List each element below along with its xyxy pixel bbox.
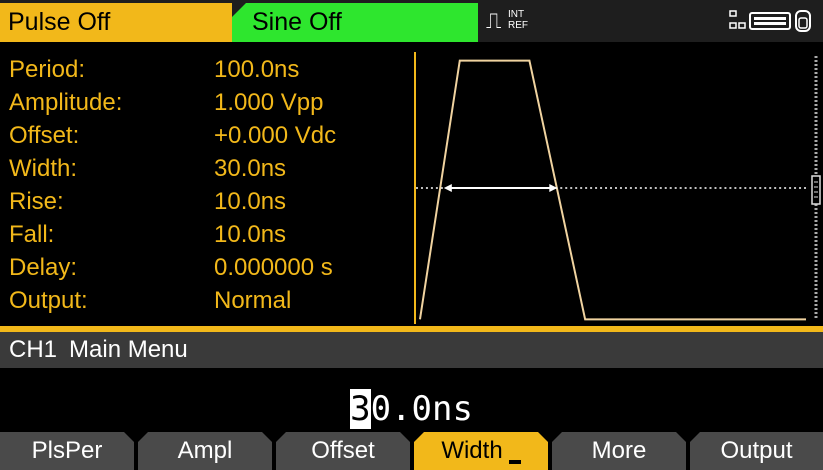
menu-channel: CH1 — [9, 336, 58, 363]
parameter-list: Period: 100.0ns Amplitude: 1.000 Vpp Off… — [0, 52, 412, 324]
param-value: +0.000 Vdc — [214, 122, 337, 149]
softkey-label: More — [591, 437, 647, 464]
softkey-plsper[interactable]: PlsPer — [0, 432, 134, 470]
param-row-rise[interactable]: Rise: 10.0ns — [0, 186, 412, 217]
param-row-offset[interactable]: Offset: +0.000 Vdc — [0, 120, 412, 151]
param-row-fall[interactable]: Fall: 10.0ns — [0, 219, 412, 250]
pulse-waveform — [418, 59, 807, 321]
param-label: Period: — [9, 56, 86, 83]
param-value: 1.000 Vpp — [214, 89, 324, 116]
menu-title: Main Menu — [69, 336, 188, 363]
param-value: 10.0ns — [214, 221, 287, 248]
lock-icon — [795, 10, 811, 32]
softkey-output[interactable]: Output — [690, 432, 823, 470]
menu-title-bar: CH1 Main Menu — [0, 332, 823, 368]
param-label: Amplitude: — [9, 89, 123, 116]
softkey-label: Offset — [311, 437, 375, 464]
param-value: 100.0ns — [214, 56, 300, 83]
softkey-label: Width — [441, 437, 503, 464]
param-label: Width: — [9, 155, 78, 182]
trigger-int-label: INT — [508, 9, 525, 20]
param-label: Delay: — [9, 254, 78, 281]
trigger-source-indicator: ⎍ INT REF — [486, 8, 546, 34]
status-icons — [729, 10, 811, 32]
param-label: Rise: — [9, 188, 64, 215]
param-value: 0.000000 s — [214, 254, 333, 281]
param-value: Normal — [214, 287, 292, 314]
param-row-output[interactable]: Output: Normal — [0, 285, 412, 316]
cursor-digit[interactable]: 3 — [350, 389, 371, 429]
softkey-more[interactable]: More — [552, 432, 686, 470]
keyboard-icon — [749, 12, 791, 30]
param-value: 30.0ns — [214, 155, 287, 182]
param-row-delay[interactable]: Delay: 0.000000 s — [0, 252, 412, 283]
selected-caret-icon — [508, 460, 521, 464]
scrollbar-thumb[interactable] — [811, 175, 821, 205]
softkey-bar: PlsPer Ampl Offset Width More Output — [0, 432, 823, 470]
channel-2-tab[interactable]: Sine Off — [232, 3, 478, 42]
softkey-label: Ampl — [177, 437, 233, 464]
remote-interface-icon — [729, 10, 746, 29]
param-row-width[interactable]: Width: 30.0ns — [0, 153, 412, 184]
width-marker-left-arrow — [443, 184, 452, 192]
param-row-amplitude[interactable]: Amplitude: 1.000 Vpp — [0, 87, 412, 118]
waveform-display — [414, 52, 809, 324]
softkey-label: PlsPer — [31, 437, 103, 464]
softkey-ampl[interactable]: Ampl — [138, 432, 272, 470]
pulse-trigger-icon: ⎍ — [486, 8, 502, 33]
trigger-ref-label: REF — [508, 20, 528, 31]
channel-1-tab[interactable]: Pulse Off — [0, 3, 232, 42]
softkey-label: Output — [720, 437, 793, 464]
param-label: Offset: — [9, 122, 80, 149]
vertical-scrollbar[interactable] — [809, 52, 823, 324]
param-value: 10.0ns — [214, 188, 287, 215]
param-label: Output: — [9, 287, 88, 314]
param-label: Fall: — [9, 221, 55, 248]
value-entry[interactable]: 30.0ns — [0, 368, 823, 430]
softkey-offset[interactable]: Offset — [276, 432, 410, 470]
param-row-period[interactable]: Period: 100.0ns — [0, 54, 412, 85]
softkey-width[interactable]: Width — [414, 432, 548, 470]
entry-value: 0.0ns — [370, 389, 473, 429]
